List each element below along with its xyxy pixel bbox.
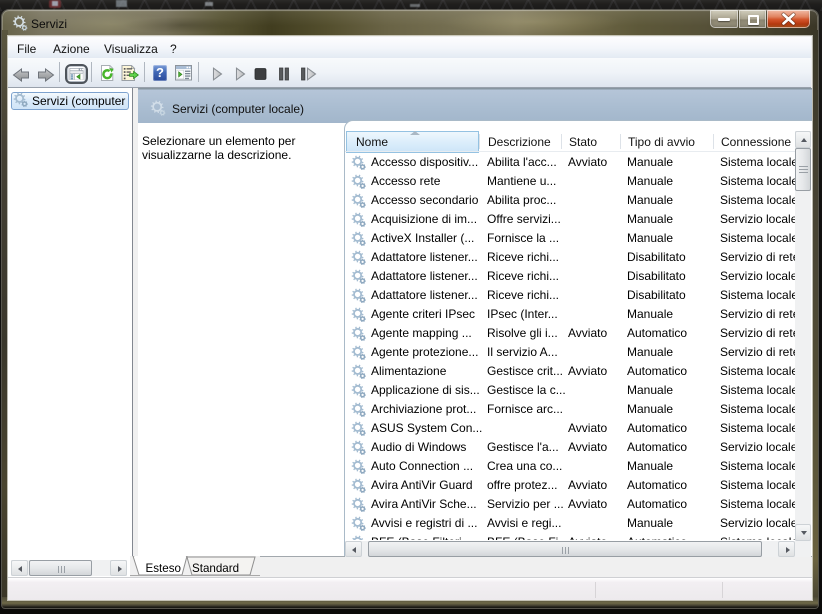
svg-text:Standard: Standard xyxy=(192,562,239,575)
svg-text:Esteso: Esteso xyxy=(146,562,181,575)
